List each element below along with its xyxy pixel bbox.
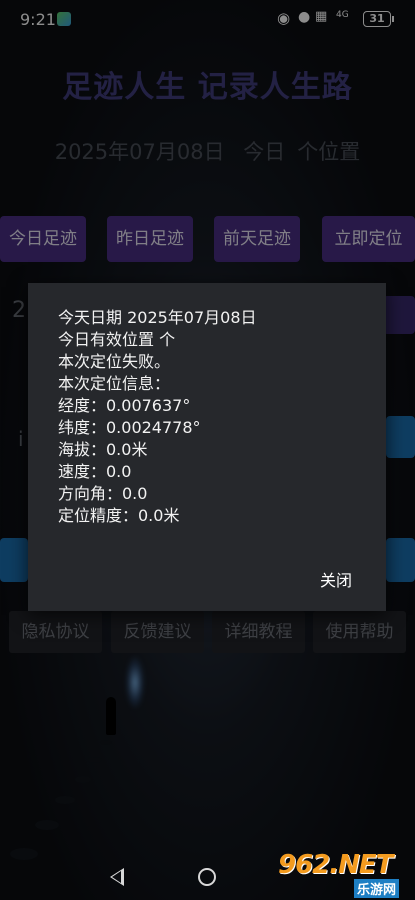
dialog-line-valid-positions: 今日有效位置 个 (58, 330, 176, 349)
dialog-line-date: 今天日期 2025年07月08日 (58, 308, 257, 327)
app-screen: 9:21 ◉ ● ▦ 4G 31 足迹人生 记录人生路 2025年07月08日 … (0, 0, 415, 900)
dialog-line-bearing: 方向角：0.0 (58, 484, 148, 503)
dialog-message: 今天日期 2025年07月08日 今日有效位置 个 本次定位失败。 本次定位信息… (58, 307, 257, 527)
home-icon[interactable] (198, 868, 216, 886)
dialog-line-latitude: 纬度：0.0024778° (58, 418, 201, 437)
watermark-subtitle: 乐游网 (354, 879, 400, 898)
dialog-line-info-header: 本次定位信息： (58, 374, 171, 393)
dialog-line-accuracy: 定位精度：0.0米 (58, 506, 180, 525)
dialog-line-result: 本次定位失败。 (58, 352, 171, 371)
location-info-dialog: 今天日期 2025年07月08日 今日有效位置 个 本次定位失败。 本次定位信息… (28, 283, 386, 611)
dialog-line-altitude: 海拔：0.0米 (58, 440, 148, 459)
dialog-line-longitude: 经度：0.007637° (58, 396, 191, 415)
close-button[interactable]: 关闭 (306, 566, 366, 596)
watermark-logo: 962.NET (278, 850, 393, 880)
back-icon[interactable] (110, 868, 124, 886)
site-watermark: 962.NET 乐游网 (278, 848, 412, 898)
dialog-line-speed: 速度：0.0 (58, 462, 132, 481)
